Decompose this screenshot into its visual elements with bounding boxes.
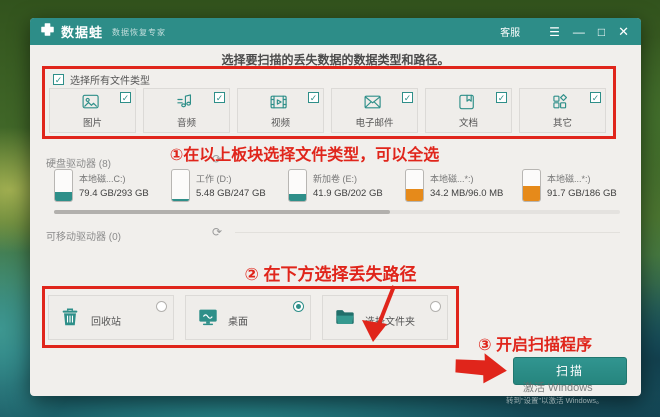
annotation-arrow-right: [453, 352, 511, 386]
drive-name: 本地磁...C:): [79, 172, 149, 185]
checkbox-icon: ✓: [53, 74, 64, 85]
image-icon: [80, 92, 100, 117]
tile-video[interactable]: ✓ 视频: [237, 88, 324, 133]
tile-email[interactable]: ✓ 电子邮件: [331, 88, 418, 133]
checkbox[interactable]: ✓: [590, 92, 601, 103]
checkbox[interactable]: ✓: [308, 92, 319, 103]
drive-item-e[interactable]: 新加卷 (E:) 41.9 GB/202 GB: [288, 169, 405, 202]
location-tile-desktop[interactable]: 桌面: [185, 295, 311, 340]
drive-item-c[interactable]: 本地磁...C:) 79.4 GB/293 GB: [54, 169, 171, 202]
scrollbar-thumb[interactable]: [54, 210, 390, 214]
checkbox[interactable]: ✓: [120, 92, 131, 103]
drive-name: 本地磁...*:): [547, 172, 617, 185]
drive-item-4[interactable]: 本地磁...*:) 34.2 MB/96.0 MB: [405, 169, 522, 202]
drive-item-d[interactable]: 工作 (D:) 5.48 GB/247 GB: [171, 169, 288, 202]
tile-other[interactable]: ✓ 其它: [519, 88, 606, 133]
app-logo-cross-icon: [40, 22, 55, 42]
radio-button[interactable]: [293, 301, 304, 312]
desktop-background: 数据蛙 数据恢复专家 客服 ☰ — □ ✕ 选择要扫描的丢失数据的数据类型和路径…: [0, 0, 660, 417]
document-icon: [456, 92, 476, 117]
checkbox[interactable]: ✓: [402, 92, 413, 103]
drives-scrollbar[interactable]: [54, 210, 620, 214]
tile-audio[interactable]: ✓ 音频: [143, 88, 230, 133]
annotation-step2: ② 在下方选择丢失路径: [30, 260, 631, 285]
drive-icon: [54, 169, 73, 202]
minimize-icon[interactable]: —: [573, 26, 585, 38]
drive-capacity: 41.9 GB/202 GB: [313, 188, 383, 199]
tile-images[interactable]: ✓ 图片: [49, 88, 136, 133]
windows-activation-watermark-sub: 转到“设置”以激活 Windows。: [506, 395, 604, 406]
drive-item-5[interactable]: 本地磁...*:) 91.7 GB/186 GB: [522, 169, 639, 202]
drive-icon: [171, 169, 190, 202]
radio-button[interactable]: [156, 301, 167, 312]
drives-list: 本地磁...C:) 79.4 GB/293 GB 工作 (D:) 5.48 GB…: [54, 169, 639, 202]
annotation-step1: ①在以上板块选择文件类型，可以全选: [30, 141, 579, 165]
tile-documents[interactable]: ✓ 文档: [425, 88, 512, 133]
titlebar: 数据蛙 数据恢复专家 客服 ☰ — □ ✕: [30, 18, 641, 45]
file-type-tiles: ✓ 图片 ✓ 音频 ✓ 视频 ✓: [49, 88, 606, 133]
location-label: 桌面: [228, 313, 248, 328]
tile-label: 视频: [238, 115, 323, 129]
desktop-icon: [196, 306, 220, 333]
select-all-label: 选择所有文件类型: [70, 72, 150, 87]
app-brand-subtitle: 数据恢复专家: [112, 27, 166, 38]
drive-icon: [522, 169, 541, 202]
audio-icon: [174, 92, 194, 117]
removable-section-header: 可移动驱动器 (0): [46, 228, 121, 243]
support-button[interactable]: 客服: [500, 24, 520, 39]
app-brand: 数据蛙: [61, 22, 103, 41]
drive-icon: [405, 169, 424, 202]
app-window: 数据蛙 数据恢复专家 客服 ☰ — □ ✕ 选择要扫描的丢失数据的数据类型和路径…: [30, 18, 641, 396]
section-divider: [235, 232, 620, 233]
tile-label: 电子邮件: [332, 115, 417, 129]
drive-capacity: 5.48 GB/247 GB: [196, 188, 266, 199]
drive-capacity: 34.2 MB/96.0 MB: [430, 188, 503, 199]
shapes-icon: [550, 92, 570, 117]
location-tile-recycle-bin[interactable]: 回收站: [48, 295, 174, 340]
drive-capacity: 91.7 GB/186 GB: [547, 188, 617, 199]
page-title: 选择要扫描的丢失数据的数据类型和路径。: [30, 51, 641, 68]
video-icon: [268, 92, 288, 117]
maximize-icon[interactable]: □: [598, 26, 605, 38]
drive-icon: [288, 169, 307, 202]
menu-icon[interactable]: ☰: [549, 26, 560, 38]
tile-label: 音频: [144, 115, 229, 129]
drive-name: 本地磁...*:): [430, 172, 503, 185]
checkbox[interactable]: ✓: [496, 92, 507, 103]
trash-icon: [59, 306, 81, 333]
select-all-checkbox[interactable]: ✓ 选择所有文件类型: [53, 72, 150, 87]
close-icon[interactable]: ✕: [618, 25, 629, 38]
refresh-icon[interactable]: ⟳: [212, 226, 222, 238]
tile-label: 图片: [50, 115, 135, 129]
windows-activation-watermark: 激活 Windows: [523, 379, 593, 395]
location-label: 回收站: [91, 313, 121, 328]
radio-button[interactable]: [430, 301, 441, 312]
annotation-arrow-down: [342, 284, 402, 346]
tile-label: 文档: [426, 115, 511, 129]
drive-capacity: 79.4 GB/293 GB: [79, 188, 149, 199]
email-icon: [362, 92, 382, 117]
tile-label: 其它: [520, 115, 605, 129]
drive-name: 新加卷 (E:): [313, 172, 383, 185]
drive-name: 工作 (D:): [196, 172, 266, 185]
checkbox[interactable]: ✓: [214, 92, 225, 103]
